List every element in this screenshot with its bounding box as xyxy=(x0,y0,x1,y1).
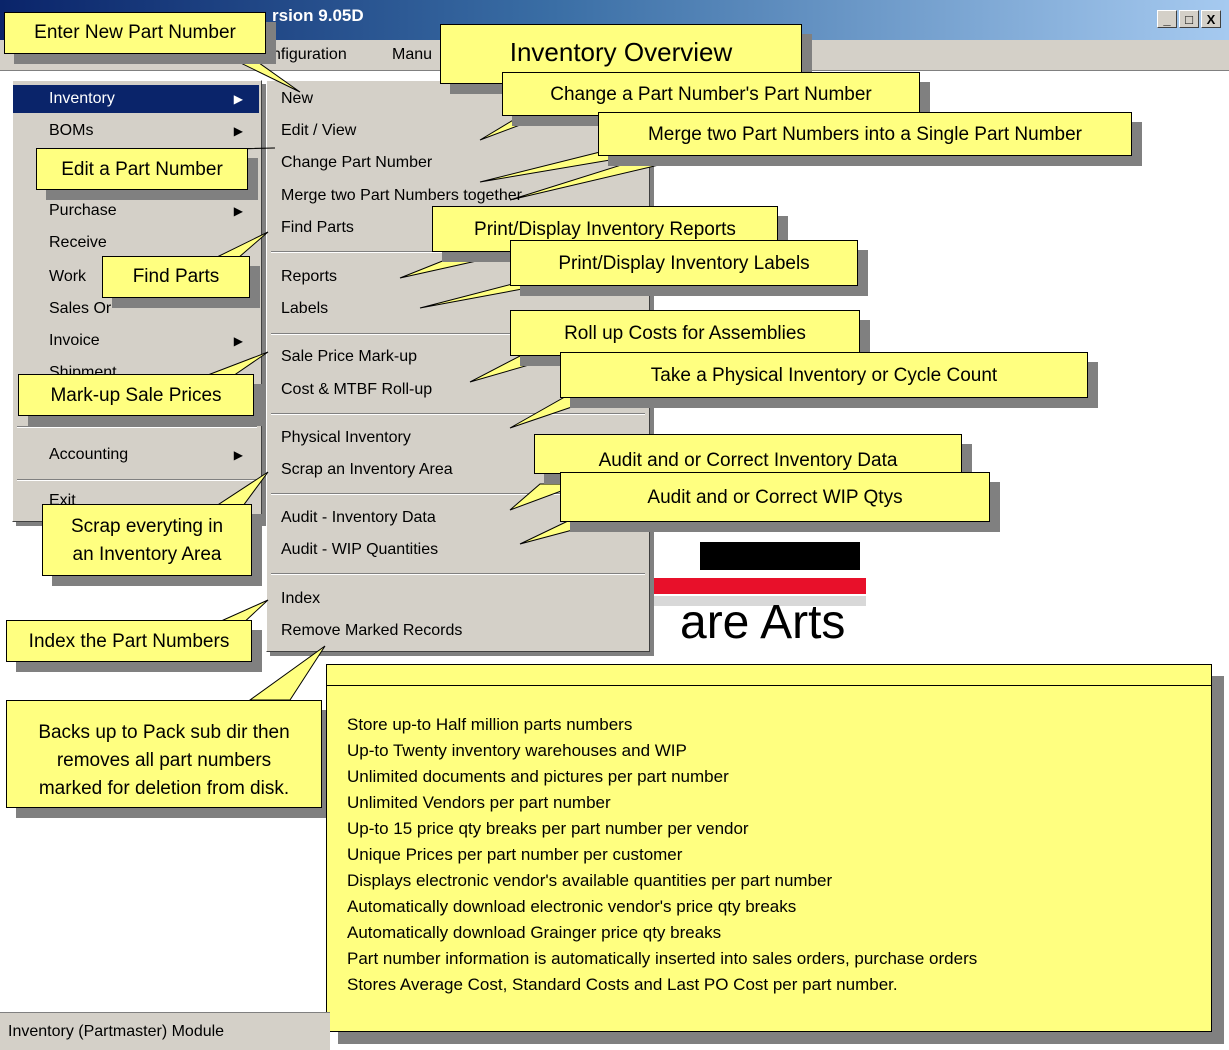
feature-item: Up-to Twenty inventory warehouses and WI… xyxy=(347,741,687,760)
submenu-labels[interactable]: Labels xyxy=(267,295,328,323)
menu-item-boms[interactable]: BOMs ▶ xyxy=(13,117,259,145)
submenu-find-parts[interactable]: Find Parts xyxy=(267,214,354,242)
feature-item: Unique Prices per part number per custom… xyxy=(347,845,683,864)
menu-separator xyxy=(17,426,257,428)
callout-audit-wip: Audit and or Correct WIP Qtys xyxy=(560,472,990,522)
callout-backup-line1: Backs up to Pack sub dir then xyxy=(38,722,290,743)
feature-item: Up-to 15 price qty breaks per part numbe… xyxy=(347,819,749,838)
submenu-scrap-area[interactable]: Scrap an Inventory Area xyxy=(267,456,453,484)
menu-separator xyxy=(271,413,645,415)
feature-item: Part number information is automatically… xyxy=(347,949,978,968)
feature-item: Stores Average Cost, Standard Costs and … xyxy=(347,975,898,994)
submenu-remove-marked[interactable]: Remove Marked Records xyxy=(267,617,462,645)
menu-configuration[interactable]: nfiguration xyxy=(272,46,347,64)
submenu-change-part-number[interactable]: Change Part Number xyxy=(267,149,432,177)
callout-rollup: Roll up Costs for Assemblies xyxy=(510,310,860,356)
submenu-cost-rollup[interactable]: Cost & MTBF Roll-up xyxy=(267,376,432,404)
callout-edit: Edit a Part Number xyxy=(36,148,248,190)
menu-item-accounting[interactable]: Accounting ▶ xyxy=(13,441,259,469)
menu-item-invoice[interactable]: Invoice ▶ xyxy=(13,327,259,355)
menu-item-receive[interactable]: Receive xyxy=(13,229,259,257)
callout-find: Find Parts xyxy=(102,256,250,298)
callout-scrap: Scrap everyting in an Inventory Area xyxy=(42,504,252,576)
submenu-sale-price-markup[interactable]: Sale Price Mark-up xyxy=(267,343,417,371)
status-bar: Inventory (Partmaster) Module xyxy=(0,1012,330,1050)
feature-item: Store up-to Half million parts numbers xyxy=(347,715,633,734)
submenu-edit-view[interactable]: Edit / View xyxy=(267,117,356,145)
feature-item: Unlimited documents and pictures per par… xyxy=(347,767,729,786)
callout-physical: Take a Physical Inventory or Cycle Count xyxy=(560,352,1088,398)
menu-item-inventory[interactable]: Inventory ▶ xyxy=(13,85,259,113)
window-title: rsion 9.05D xyxy=(272,6,364,25)
callout-scrap-line1: Scrap everyting in xyxy=(70,516,224,537)
infobox-divider xyxy=(327,685,1211,686)
menu-item-purchase[interactable]: Purchase ▶ xyxy=(13,197,259,225)
callout-index: Index the Part Numbers xyxy=(6,620,252,662)
callout-backup: Backs up to Pack sub dir then removes al… xyxy=(6,700,322,808)
feature-item: Automatically download electronic vendor… xyxy=(347,897,797,916)
logo-text: are Arts xyxy=(680,596,846,649)
submenu-audit-inventory[interactable]: Audit - Inventory Data xyxy=(267,504,436,532)
callout-markup: Mark-up Sale Prices xyxy=(18,374,254,416)
close-button[interactable]: X xyxy=(1201,10,1221,28)
submenu-audit-wip[interactable]: Audit - WIP Quantities xyxy=(267,536,438,564)
submenu-reports[interactable]: Reports xyxy=(267,263,337,291)
submenu-physical-inventory[interactable]: Physical Inventory xyxy=(267,424,411,452)
menu-separator xyxy=(17,479,257,481)
feature-item: Automatically download Grainger price qt… xyxy=(347,923,722,942)
callout-backup-line3: marked for deletion from disk. xyxy=(38,778,290,799)
feature-item: Unlimited Vendors per part number xyxy=(347,793,611,812)
callout-audit-inv: Audit and or Correct Inventory Data xyxy=(534,434,962,474)
callout-labels: Print/Display Inventory Labels xyxy=(510,240,858,286)
status-text: Inventory (Partmaster) Module xyxy=(8,1023,225,1040)
callout-change-pn: Change a Part Number's Part Number xyxy=(502,72,920,116)
menu-manu[interactable]: Manu xyxy=(392,46,432,64)
menu-separator xyxy=(271,573,645,575)
minimize-button[interactable]: _ xyxy=(1157,10,1177,28)
feature-list-box: Store up-to Half million parts numbers U… xyxy=(326,664,1212,1032)
callout-merge: Merge two Part Numbers into a Single Par… xyxy=(598,112,1132,156)
callout-scrap-line2: an Inventory Area xyxy=(72,544,222,565)
callout-enter-new: Enter New Part Number xyxy=(4,12,266,54)
window-controls: _ □ X xyxy=(1157,10,1221,28)
main-menu: Inventory ▶ BOMs ▶ Purchase ▶ Receive Work … xyxy=(12,80,262,522)
callout-backup-line2: removes all part numbers xyxy=(56,750,272,771)
menu-item-sales-orders[interactable]: Sales Or xyxy=(13,295,259,323)
submenu-index[interactable]: Index xyxy=(267,585,320,613)
maximize-button[interactable]: □ xyxy=(1179,10,1199,28)
submenu-new[interactable]: New xyxy=(267,85,313,113)
feature-item: Displays electronic vendor's available q… xyxy=(347,871,833,890)
